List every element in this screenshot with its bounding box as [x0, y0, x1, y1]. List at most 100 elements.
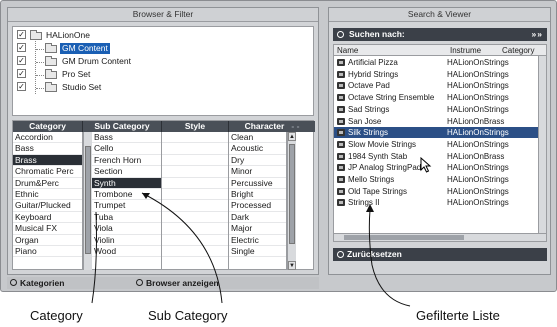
table-row[interactable]: Slow Movie Strings HALionOnStrings — [334, 139, 546, 150]
table-row[interactable]: Strings II HALionOnStrings — [334, 197, 546, 208]
table-row[interactable]: Silk Strings HALionOnStrings — [334, 127, 546, 139]
list-item[interactable]: Violin — [92, 235, 161, 246]
list-item[interactable]: Percussive — [229, 178, 286, 189]
list-item[interactable]: Acoustic — [229, 143, 286, 155]
list-item[interactable] — [162, 200, 228, 212]
table-row[interactable]: JP Analog StringPad HALionOnStrings — [334, 162, 546, 173]
category-column-header[interactable]: Category — [499, 45, 546, 56]
table-row[interactable]: San Jose HALionOnBrass — [334, 116, 546, 127]
list-item[interactable]: Tuba — [92, 212, 161, 224]
tree-checkbox[interactable]: ✓ — [17, 82, 26, 91]
result-name: Sad Strings — [348, 104, 390, 114]
filtered-results-list: Name Instrume Category Artificial Pizza H… — [333, 44, 547, 242]
list-item[interactable]: Synth — [92, 177, 161, 189]
list-item[interactable]: Bass — [13, 143, 82, 155]
table-row[interactable]: 1984 Synth Stab HALionOnBrass — [334, 151, 546, 162]
character-column-header[interactable]: Character - - — [229, 121, 315, 132]
list-item[interactable]: Bass — [92, 132, 161, 144]
list-item[interactable]: Ethnic — [13, 189, 82, 201]
table-row[interactable]: Artificial Pizza HALionOnStrings — [334, 57, 546, 68]
list-item[interactable]: Organ — [13, 235, 82, 246]
list-item[interactable]: Dark — [229, 212, 286, 224]
list-item[interactable]: Bright — [229, 189, 286, 201]
tree-checkbox[interactable]: ✓ — [17, 69, 26, 78]
browser-filter-title: Browser & Filter — [8, 8, 318, 22]
list-item[interactable]: Viola — [92, 223, 161, 235]
tree-item-halionone[interactable]: ✓ HALionOne — [13, 30, 313, 41]
tree-item-studio-set[interactable]: ✓ Studio Set — [13, 82, 313, 93]
result-instrument: HALionOnStrings — [447, 69, 509, 79]
list-item[interactable]: Major — [229, 223, 286, 235]
list-item[interactable] — [162, 178, 228, 189]
list-item[interactable] — [162, 235, 228, 246]
list-item[interactable]: Wood — [92, 246, 161, 258]
list-item[interactable] — [162, 212, 228, 224]
tree-item-pro-set[interactable]: ✓ Pro Set — [13, 69, 313, 80]
list-item[interactable]: Clean — [229, 132, 286, 144]
scrollbar-thumb[interactable] — [344, 235, 464, 240]
style-list — [162, 132, 229, 270]
scrollbar-thumb[interactable] — [289, 144, 295, 244]
scrollbar-thumb[interactable] — [85, 146, 91, 254]
attribute-filter: Category Sub Category Style Character - … — [12, 120, 315, 270]
tree-checkbox[interactable]: ✓ — [17, 43, 26, 52]
search-options-icon[interactable]: »» — [532, 28, 543, 41]
list-item[interactable]: Keyboard — [13, 212, 82, 224]
reset-button[interactable]: Zurücksetzen — [333, 248, 547, 261]
category-column-header[interactable]: Category — [13, 121, 83, 132]
sub-category-column-header[interactable]: Sub Category — [83, 121, 162, 132]
category-scrollbar[interactable] — [83, 132, 92, 270]
list-item[interactable]: Dry — [229, 155, 286, 167]
scroll-down-arrow[interactable]: ▼ — [288, 261, 296, 270]
result-instrument: HALionOnStrings — [447, 58, 509, 67]
table-row[interactable]: Mello Strings HALionOnStrings — [334, 174, 546, 185]
table-row[interactable]: Octave String Ensemble HALionOnStrings — [334, 92, 546, 103]
instrument-column-header[interactable]: Instrume — [447, 45, 499, 56]
list-item[interactable]: Piano — [13, 246, 82, 258]
tree-item-gm-content[interactable]: ✓ GM Content — [13, 43, 313, 54]
list-item[interactable]: Cello — [92, 143, 161, 155]
program-icon — [337, 129, 345, 137]
character-scrollbar[interactable]: ▲ ▼ — [287, 132, 296, 270]
list-item[interactable]: French Horn — [92, 155, 161, 167]
style-column-header[interactable]: Style — [162, 121, 229, 132]
tree-item-gm-drum-content[interactable]: ✓ GM Drum Content — [13, 56, 313, 67]
name-column-header[interactable]: Name — [334, 45, 447, 56]
show-browser-button[interactable]: Browser anzeigen — [135, 277, 219, 289]
list-item[interactable]: Musical FX — [13, 223, 82, 235]
tree-checkbox[interactable]: ✓ — [17, 30, 26, 39]
list-item[interactable]: Accordion — [13, 132, 82, 144]
results-horizontal-scrollbar[interactable] — [334, 233, 546, 241]
table-row[interactable]: Hybrid Strings HALionOnStrings — [334, 69, 546, 80]
list-item[interactable] — [162, 132, 228, 144]
list-item[interactable] — [162, 246, 228, 258]
list-item[interactable] — [162, 189, 228, 201]
scroll-up-arrow[interactable]: ▲ — [288, 132, 296, 141]
table-row[interactable]: Sad Strings HALionOnStrings — [334, 104, 546, 115]
list-item[interactable]: Trombone — [92, 189, 161, 201]
result-name: 1984 Synth Stab — [348, 151, 408, 161]
list-item[interactable] — [162, 143, 228, 155]
list-item[interactable]: Chromatic Perc — [13, 166, 82, 178]
list-item[interactable]: Minor — [229, 166, 286, 178]
list-item[interactable]: Single — [229, 246, 286, 258]
list-item[interactable]: Processed — [229, 200, 286, 212]
results-vertical-scrollbar[interactable] — [538, 56, 546, 233]
list-item[interactable]: Guitar/Plucked — [13, 200, 82, 212]
list-item[interactable]: Trumpet — [92, 200, 161, 212]
search-icon — [337, 31, 344, 38]
halion-browser-window: Browser & Filter ✓ HALionOne ✓ GM Conten… — [0, 0, 557, 292]
table-row[interactable]: Old Tape Strings HALionOnStrings — [334, 186, 546, 197]
list-item[interactable]: Electric — [229, 235, 286, 246]
list-item[interactable]: Drum&Perc — [13, 178, 82, 189]
search-field[interactable]: Suchen nach: »» — [333, 28, 547, 41]
list-item[interactable] — [162, 155, 228, 167]
list-item[interactable] — [162, 166, 228, 178]
list-item[interactable]: Brass — [13, 154, 82, 167]
tree-checkbox[interactable]: ✓ — [17, 56, 26, 65]
result-name: JP Analog StringPad — [348, 163, 422, 173]
categories-toggle-button[interactable]: Kategorien — [9, 277, 64, 289]
table-row[interactable]: Octave Pad HALionOnStrings — [334, 80, 546, 91]
list-item[interactable] — [162, 223, 228, 235]
list-item[interactable]: Section — [92, 166, 161, 178]
